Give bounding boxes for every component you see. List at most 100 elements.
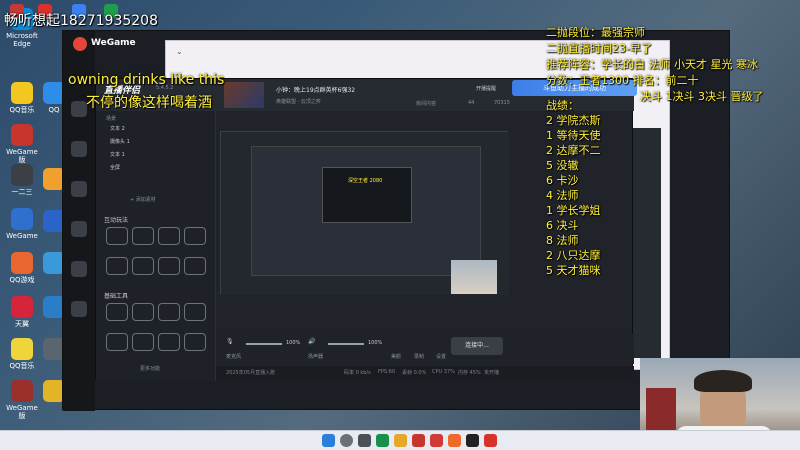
speaker-icon[interactable]: 🔊 (308, 338, 315, 345)
ranking-row: 2 学院杰斯 (546, 114, 601, 127)
duel-line: 决斗 1决斗 3决斗 晋级了 (640, 90, 764, 103)
interaction-title: 互动玩法 (104, 217, 129, 224)
task-view-icon[interactable] (358, 434, 371, 447)
room-category[interactable]: 英雄联盟 · 云顶之弈 (276, 98, 321, 105)
manager-icon[interactable] (132, 333, 154, 351)
connect-button[interactable]: 连接中... (451, 337, 503, 355)
wegame-icon[interactable] (412, 434, 425, 447)
star-task-icon[interactable] (132, 303, 154, 321)
tianyi-icon (11, 296, 33, 318)
sidebar-icon[interactable] (71, 301, 87, 317)
layer-item[interactable]: 全屏 (110, 164, 120, 171)
watermark-text: 畅听想起18271935208 (4, 13, 158, 29)
task-icon[interactable] (106, 303, 128, 321)
sidebar-icon[interactable] (71, 141, 87, 157)
ranking-row: 6 卡沙 (546, 174, 579, 187)
desktop-icon-tianyi[interactable]: 天翼 (4, 296, 40, 342)
ranking-row: 5 天才猫咪 (546, 264, 601, 277)
chevron-down-icon[interactable]: ⌄ (176, 47, 184, 56)
scene-header: 场景 (106, 116, 117, 122)
ranking-row: 1 等待天使 (546, 129, 601, 142)
add-material-button[interactable]: + 添加素材 (130, 196, 156, 203)
desktop-icon-qq-music[interactable]: QQ音乐 (4, 82, 40, 128)
stream-app-icon[interactable] (448, 434, 461, 447)
desktop-icon-wegame2[interactable]: WeGame (4, 208, 40, 254)
layer-item[interactable]: 摄像头 1 (110, 138, 130, 145)
more-features-link[interactable]: 更多功能 (140, 365, 160, 372)
desktop-icon-qq-music2[interactable]: QQ音乐 (4, 338, 40, 384)
qq-game-icon (11, 252, 33, 274)
nested-preview: 深空王者 2080 (251, 146, 481, 276)
app-icon (11, 164, 33, 186)
mic-percent: 100% (286, 340, 301, 346)
summary-icon[interactable] (184, 333, 206, 351)
windows-start-icon[interactable] (322, 434, 335, 447)
wegame-icon (11, 208, 33, 230)
ranking-row: 1 学长学姐 (546, 204, 601, 217)
status-item: 码率 0 kb/s (344, 370, 371, 376)
desktop-icon-wegame3[interactable]: WeGame版 (4, 380, 40, 426)
ranking-row: 2 达摩不二 (546, 144, 601, 157)
points-icon[interactable] (132, 227, 154, 245)
vote-icon[interactable] (184, 227, 206, 245)
sidebar-icon[interactable] (71, 261, 87, 277)
sidebar-icon[interactable] (71, 101, 87, 117)
app-icon[interactable] (484, 434, 497, 447)
room-icon[interactable] (158, 303, 180, 321)
danmaku-icon[interactable] (106, 257, 128, 275)
status-item: CPU 37% (432, 369, 455, 375)
lottery-icon[interactable] (106, 227, 128, 245)
desktop-icon-app[interactable]: 一二三 (4, 164, 40, 210)
mic-icon[interactable]: 🎙 (226, 338, 234, 345)
wegame-logo: WeGame (91, 38, 136, 48)
ranking-row: 8 法师 (546, 234, 579, 247)
sidebar-icon[interactable] (71, 221, 87, 237)
settings-button[interactable]: 设置 (436, 353, 446, 360)
layer-item[interactable]: 文本 2 (110, 125, 125, 132)
heat-count: 44 (468, 100, 475, 106)
game-icon[interactable] (430, 434, 443, 447)
speaker-slider[interactable] (328, 343, 364, 345)
avatar[interactable] (224, 82, 264, 108)
nested-title: 深空王者 2080 (348, 178, 383, 184)
layer-item[interactable]: 文本 1 (110, 151, 125, 158)
speaker-label: 扬声器 (308, 354, 324, 360)
room-info-label[interactable]: 房间内容 (416, 100, 436, 107)
command-icon[interactable] (132, 257, 154, 275)
search-icon[interactable] (340, 434, 353, 447)
lyric-en: owning drinks like this (68, 72, 225, 88)
ranking-row: 6 决斗 (546, 219, 579, 232)
audio-control-bar: 🎙 麦克风 100% 🔊 扬声器 100% 美颜 录制 设置 (216, 334, 634, 364)
time-line: 二抛直播时间23-早了 (546, 42, 652, 55)
horn-icon[interactable] (158, 227, 180, 245)
live-icon[interactable] (184, 303, 206, 321)
beauty-button[interactable]: 美颜 (391, 353, 401, 360)
ranking-title: 战绩： (546, 99, 579, 112)
sidebar-icon[interactable] (71, 181, 87, 197)
mic-label: 麦克风 (226, 354, 242, 360)
room-title[interactable]: 小钟：晚上19点群英杯6强32 (276, 85, 355, 94)
person-hair (694, 370, 752, 392)
webcam-thumbnail (451, 260, 497, 294)
status-item: 内存 45% (458, 370, 481, 376)
record-button[interactable]: 录制 (414, 353, 424, 360)
folder-icon[interactable] (394, 434, 407, 447)
danmaku-tool-icon[interactable] (106, 333, 128, 351)
desktop-icon-qq-game[interactable]: QQ游戏 (4, 252, 40, 298)
status-item: 未开播 (484, 370, 500, 376)
edge-icon[interactable] (376, 434, 389, 447)
wegame-icon (11, 380, 33, 402)
scene-panel: 场景 文本 2 摄像头 1 文本 1 全屏 + 添加素材 互动玩法 基础工具 更… (96, 111, 216, 381)
mic-slider[interactable] (246, 343, 282, 345)
app-icon[interactable] (466, 434, 479, 447)
song-icon[interactable] (184, 257, 206, 275)
emoji-icon[interactable] (158, 333, 180, 351)
score-line: 分数：王者1300 排名：前二十 (546, 74, 699, 87)
online-count: 70315 (494, 100, 510, 106)
open-live-button[interactable]: 开播提醒 (476, 85, 496, 92)
ranking-list: 战绩： 2 学院杰斯 1 等待天使 2 达摩不二 5 没辙 6 卡沙 4 法师 … (546, 98, 656, 278)
gift-icon[interactable] (158, 257, 180, 275)
wegame-sidebar (63, 31, 95, 411)
rank-line: 二抛段位：最强宗师 (546, 26, 645, 39)
status-bar: 2025年05月直播入账 码率 0 kb/s FPS:60 丢帧 0.0% CP… (216, 366, 634, 380)
